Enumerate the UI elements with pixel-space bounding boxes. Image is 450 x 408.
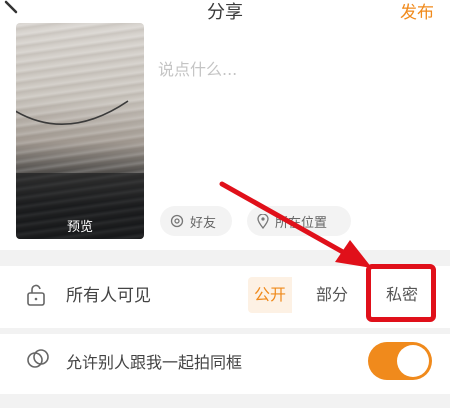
mention-friends-button[interactable]: 好友 [160, 206, 232, 236]
at-icon [170, 214, 184, 228]
location-button[interactable]: 所在位置 [247, 206, 351, 236]
video-thumbnail[interactable]: 预览 [16, 23, 144, 239]
publish-button[interactable]: 发布 [400, 0, 434, 26]
toggle-knob [397, 345, 429, 377]
visibility-label: 所有人可见 [66, 286, 151, 306]
collab-icon [26, 347, 50, 375]
unlock-icon [26, 284, 46, 310]
highlight-box [366, 264, 436, 322]
friends-chip-label: 好友 [190, 215, 217, 231]
visibility-option-public[interactable]: 公开 [248, 277, 292, 313]
location-pin-icon [257, 213, 269, 229]
caption-input[interactable]: 说点什么... [158, 56, 237, 80]
preview-label[interactable]: 预览 [16, 216, 144, 235]
collab-toggle[interactable] [368, 342, 432, 380]
collab-label: 允许别人跟我一起拍同框 [66, 353, 243, 372]
visibility-option-partial[interactable]: 部分 [308, 277, 356, 313]
location-chip-label: 所在位置 [275, 215, 328, 231]
